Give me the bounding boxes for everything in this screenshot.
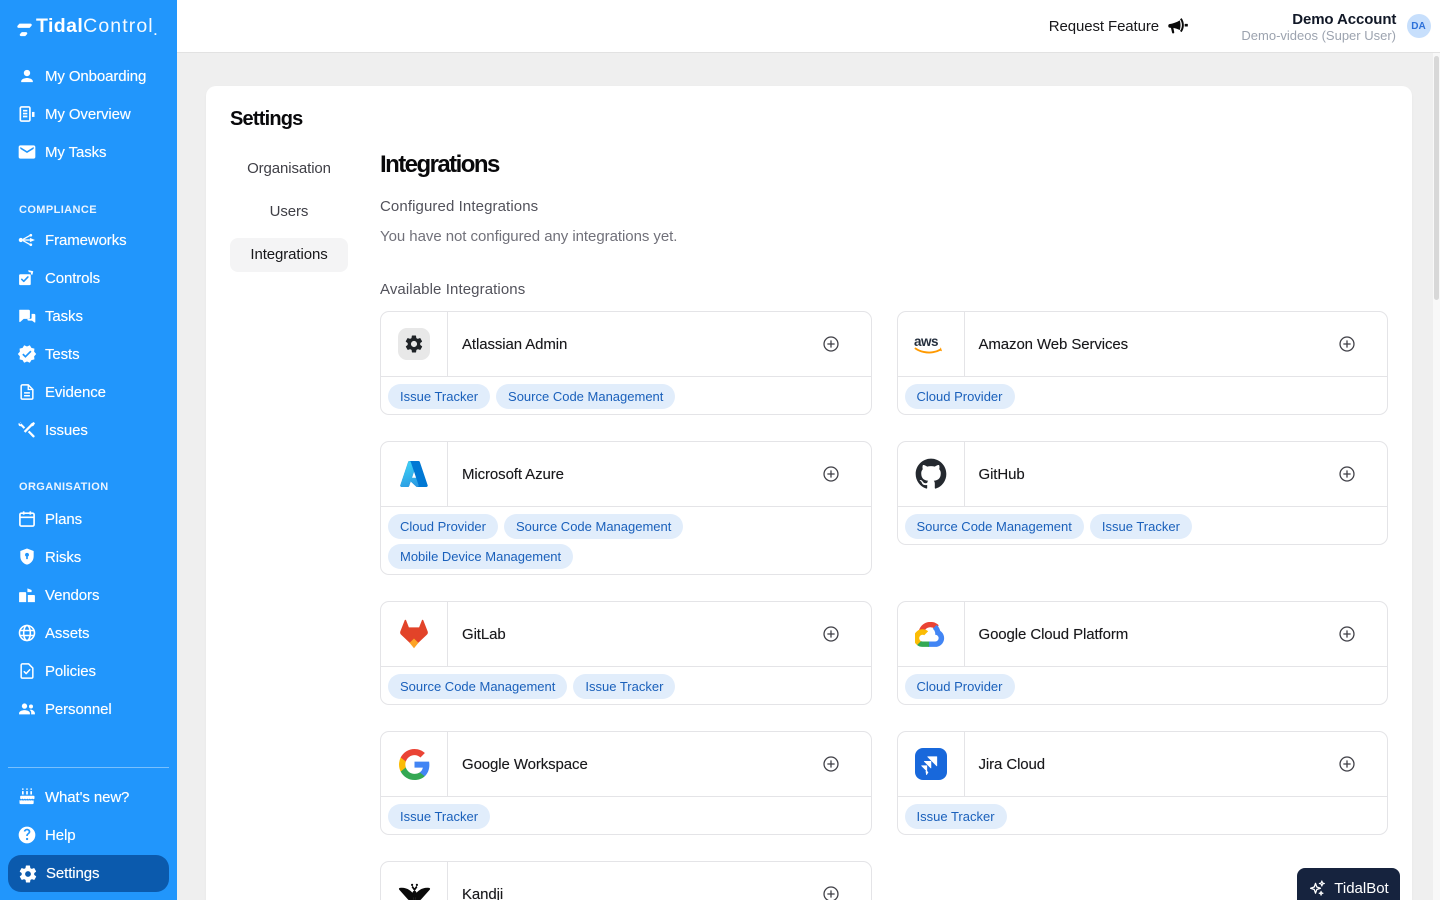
svg-text:aws: aws: [914, 334, 938, 349]
